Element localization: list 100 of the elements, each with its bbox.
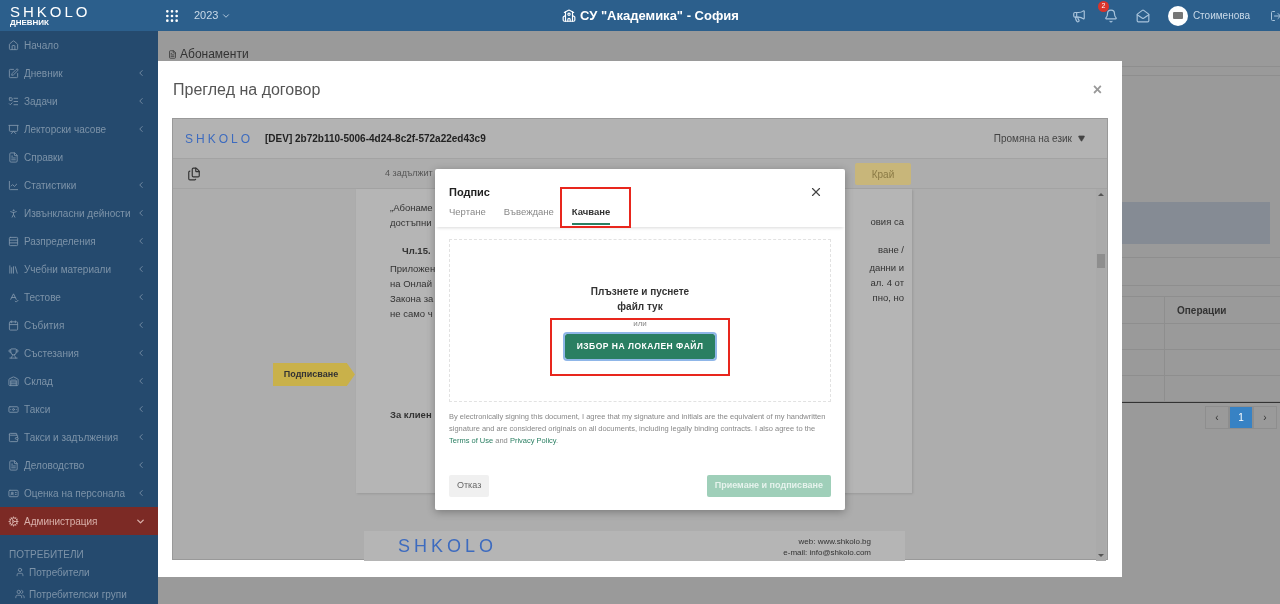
sidebar-item[interactable]: Събития	[0, 311, 158, 339]
scrollbar-thumb[interactable]	[1097, 254, 1105, 268]
runner-icon	[8, 207, 19, 219]
bell-icon[interactable]	[1103, 8, 1118, 23]
drop-zone[interactable]: Плъзнете и пуснете файл тук или ИЗБОР НА ЛОКАЛЕН ФАЙЛ	[449, 238, 831, 402]
id-card-icon	[8, 487, 19, 499]
page-title: Абонаменти	[180, 47, 249, 61]
document-text: ал. 4 от	[870, 276, 904, 290]
chart-icon	[8, 179, 19, 191]
chevron-icon	[136, 292, 146, 302]
calendar-icon	[8, 319, 19, 331]
document-icon	[8, 151, 19, 163]
pagination-button[interactable]: 1	[1229, 406, 1253, 429]
tab[interactable]: Въвеждане	[503, 205, 554, 225]
chevron-icon	[136, 460, 146, 470]
document-icon	[168, 50, 177, 59]
chevron-icon	[136, 264, 146, 274]
chevron-icon	[136, 348, 146, 358]
sidebar-item[interactable]: Задачи	[0, 87, 158, 115]
megaphone-icon[interactable]	[1071, 8, 1086, 23]
modal-title: Преглед на договор	[173, 79, 321, 100]
school-icon	[562, 8, 576, 23]
sidebar-item[interactable]: Деловодство	[0, 451, 158, 479]
school-title: СУ "Академика" - София	[580, 7, 739, 25]
list-icon	[8, 235, 19, 247]
drop-text: файл тук	[617, 299, 663, 314]
finish-button[interactable]: Край	[855, 163, 911, 185]
pagination-button[interactable]: ‹	[1205, 406, 1229, 429]
sidebar-item[interactable]: Дневник	[0, 59, 158, 87]
close-button[interactable]: ×	[1092, 77, 1102, 102]
chevron-icon	[136, 432, 146, 442]
document-text: Приложен	[390, 262, 436, 276]
document-text: пно, но	[872, 291, 904, 305]
highlight-frame	[559, 187, 631, 229]
choose-file-button[interactable]: ИЗБОР НА ЛОКАЛЕН ФАЙЛ	[565, 333, 715, 359]
sidebar-item[interactable]: Такси и задължения	[0, 423, 158, 451]
sidebar-item[interactable]: Учебни материали	[0, 255, 158, 283]
document-text: данни и	[869, 261, 904, 275]
required-fields-text: 4 задължит	[385, 166, 433, 180]
document-id: [DEV] 2b72b110-5006-4d24-8c2f-572a22ed43c9	[265, 132, 486, 146]
document-icon	[8, 459, 19, 471]
chevron-icon	[136, 376, 146, 386]
sidebar-item[interactable]: Оценка на персонала	[0, 479, 158, 507]
sidebar-subitem[interactable]: Потребителски групи	[0, 583, 158, 604]
books-icon	[8, 263, 19, 275]
sidebar-item[interactable]: Склад	[0, 367, 158, 395]
chevron-icon	[136, 488, 146, 498]
document-text: ване /	[877, 243, 904, 257]
column-header: Операции	[1176, 303, 1227, 318]
apps-icon[interactable]	[164, 7, 180, 24]
document-text: „Абонаме	[390, 201, 434, 215]
sign-here-tag[interactable]: Подписване	[273, 363, 355, 386]
chevron-icon	[136, 68, 146, 78]
tab[interactable]: Качване	[571, 205, 611, 225]
sidebar-item[interactable]: Извънкласни дейности	[0, 199, 158, 227]
sidebar-subitem[interactable]: Потребители	[0, 561, 158, 583]
chevron-icon	[136, 208, 146, 218]
year-dropdown[interactable]: 2023	[194, 7, 232, 24]
caret-icon	[1078, 135, 1085, 142]
language-dropdown[interactable]: Промяна на език	[993, 131, 1085, 146]
chevron-icon	[136, 320, 146, 330]
sidebar-item[interactable]: Начало	[0, 31, 158, 59]
document-text: на Онлай	[390, 277, 433, 291]
sidebar-item[interactable]: Тестове	[0, 283, 158, 311]
user-name[interactable]: Стоименова	[1192, 8, 1250, 23]
document-text: За клиен	[390, 408, 433, 422]
chevron-icon	[136, 124, 146, 134]
avatar[interactable]	[1167, 5, 1188, 26]
document-text: овия са	[870, 215, 904, 229]
logo: SHKOLO	[10, 4, 92, 19]
sidebar-item[interactable]: Такси	[0, 395, 158, 423]
chevron-icon	[136, 96, 146, 106]
dialog-title: Подпис	[449, 185, 490, 200]
cancel-button[interactable]: Отказ	[449, 475, 490, 497]
section-heading: ПОТРЕБИТЕЛИ	[8, 548, 85, 561]
logout-icon[interactable]	[1270, 9, 1280, 22]
sidebar-item[interactable]: Справки	[0, 143, 158, 171]
edit-icon	[8, 67, 19, 79]
document-footer: SHKOLO web: www.shkolo.bg e-mail: info@shkolo.com	[364, 531, 905, 561]
wallet-icon	[8, 431, 19, 443]
document-text: не само ч	[390, 307, 434, 321]
chevron-icon	[136, 236, 146, 246]
list-icon	[8, 95, 19, 107]
mail-icon[interactable]	[1135, 8, 1150, 23]
sidebar-item[interactable]: Администрация	[0, 507, 158, 535]
sidebar-item[interactable]: Статистики	[0, 171, 158, 199]
users-icon	[15, 589, 25, 599]
document-text: Закона за	[390, 292, 435, 306]
pages-icon[interactable]	[187, 166, 201, 181]
settings-icon	[8, 515, 19, 527]
or-text: или	[633, 318, 647, 329]
warehouse-icon	[8, 375, 19, 387]
sidebar-item[interactable]: Лекторски часове	[0, 115, 158, 143]
sidebar-item[interactable]: Разпределения	[0, 227, 158, 255]
sidebar-item[interactable]: Състезания	[0, 339, 158, 367]
document-text: Чл.15.	[401, 244, 432, 258]
logo-subtitle: ДНЕВНИК	[10, 18, 50, 27]
document-text: достъпни	[390, 216, 433, 230]
pagination-button[interactable]: ›	[1253, 406, 1277, 429]
tab[interactable]: Чертане	[449, 205, 486, 225]
